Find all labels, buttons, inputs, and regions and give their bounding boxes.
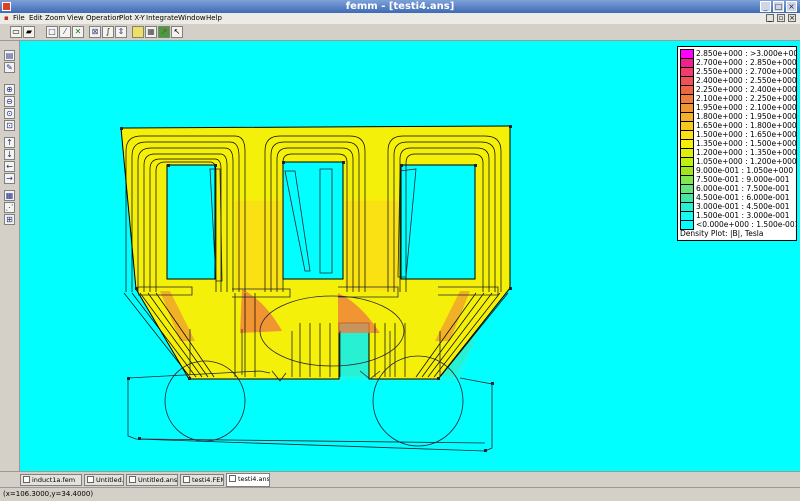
tab-testi4-fem[interactable]: testi4.FEM: [180, 474, 224, 486]
tab-untitled-fem[interactable]: Untitled.FEM: [84, 474, 124, 486]
tab-label: induct1a.fem: [32, 476, 76, 484]
document-menu-icon[interactable]: ▪: [4, 14, 9, 23]
menu-view[interactable]: View: [67, 14, 84, 23]
grid-toggle-icon[interactable]: ▦: [4, 190, 15, 201]
window-title-bar[interactable]: femm - [testi4.ans] _ □ ×: [0, 0, 800, 13]
tab-label: Untitled.ans: [138, 476, 178, 484]
menu-edit[interactable]: Edit: [29, 14, 43, 23]
menu-zoom[interactable]: Zoom: [45, 14, 65, 23]
menu-bar: ▪ File Edit Zoom View Operation Plot X-Y…: [0, 13, 800, 24]
close-button[interactable]: ×: [786, 1, 797, 12]
snap-grid-icon[interactable]: ⋰: [4, 202, 15, 213]
magnetic-core: [120, 125, 511, 380]
zoom-window-icon[interactable]: ⊠: [89, 26, 101, 38]
zoom-out-icon[interactable]: ⊖: [4, 96, 15, 107]
menu-help[interactable]: Help: [206, 14, 222, 23]
mesh-icon[interactable]: ▤: [4, 50, 15, 61]
zoom-natural-icon[interactable]: ⊙: [4, 108, 15, 119]
document-icon: [129, 476, 136, 483]
window-title: femm - [testi4.ans]: [345, 1, 455, 12]
maximize-button[interactable]: □: [773, 1, 784, 12]
density-plot-icon[interactable]: [132, 26, 144, 38]
zoom-window-side-icon[interactable]: ⊡: [4, 120, 15, 131]
zoom-in-icon[interactable]: ⊕: [4, 84, 15, 95]
plot-canvas[interactable]: 2.850e+000 : >3.000e+000 2.700e+000 : 2.…: [20, 41, 800, 471]
doc-minimize-button[interactable]: _: [766, 14, 774, 22]
menu-integrate[interactable]: Integrate: [146, 14, 178, 23]
legend-title: Density Plot: |B|, Tesla: [680, 229, 764, 238]
edit-icon[interactable]: ✎: [4, 62, 15, 73]
document-icon: [23, 476, 30, 483]
open-file-icon[interactable]: ▰: [23, 26, 35, 38]
menu-file[interactable]: File: [13, 14, 25, 23]
grid-icon[interactable]: ▦: [145, 26, 157, 38]
pan-down-icon[interactable]: ↓: [4, 149, 15, 160]
menu-window[interactable]: Window: [178, 14, 206, 23]
density-legend: 2.850e+000 : >3.000e+000 2.700e+000 : 2.…: [677, 46, 797, 241]
tab-label: Untitled.FEM: [96, 476, 124, 484]
doc-close-button[interactable]: ×: [788, 14, 796, 22]
toolbar: ▭ ▰ □ ⁄ ✕ ⊠ ∫ ⇕ ▦ ↗ ↖: [0, 24, 800, 41]
document-tabs: induct1a.fem Untitled.FEM Untitled.ans t…: [0, 471, 800, 488]
document-icon: [229, 475, 236, 482]
left-toolbar: ▤ ✎ ⊕ ⊖ ⊙ ⊡ ↑ ↓ ← → ▦ ⋰ ⊞: [0, 41, 20, 471]
contour-icon[interactable]: ⇕: [115, 26, 127, 38]
document-icon: [87, 476, 94, 483]
node-mode-icon[interactable]: □: [46, 26, 58, 38]
cursor-coordinates: (x=106.3000,y=34.4000): [3, 490, 94, 498]
tab-induct1a[interactable]: induct1a.fem: [20, 474, 82, 486]
menu-plot-xy[interactable]: Plot X-Y: [119, 14, 145, 23]
status-bar: (x=106.3000,y=34.4000): [0, 487, 800, 501]
pan-right-icon[interactable]: →: [4, 173, 15, 184]
hot-band-left: [235, 201, 282, 291]
doc-restore-button[interactable]: ▫: [777, 14, 785, 22]
minimize-button[interactable]: _: [760, 1, 771, 12]
pan-up-icon[interactable]: ↑: [4, 137, 15, 148]
integrate-icon[interactable]: ∫: [102, 26, 114, 38]
pointer-icon[interactable]: ↖: [171, 26, 183, 38]
document-icon: [183, 476, 190, 483]
tab-label: testi4.ans: [238, 475, 270, 483]
vector-plot-icon[interactable]: ↗: [158, 26, 170, 38]
menu-operation[interactable]: Operation: [86, 14, 121, 23]
tab-untitled-ans[interactable]: Untitled.ans: [126, 474, 178, 486]
grid-settings-icon[interactable]: ⊞: [4, 214, 15, 225]
new-file-icon[interactable]: ▭: [10, 26, 22, 38]
block-mode-icon[interactable]: ✕: [72, 26, 84, 38]
pan-left-icon[interactable]: ←: [4, 161, 15, 172]
tab-testi4-ans[interactable]: testi4.ans: [226, 473, 270, 487]
segment-mode-icon[interactable]: ⁄: [59, 26, 71, 38]
tab-label: testi4.FEM: [192, 476, 224, 484]
